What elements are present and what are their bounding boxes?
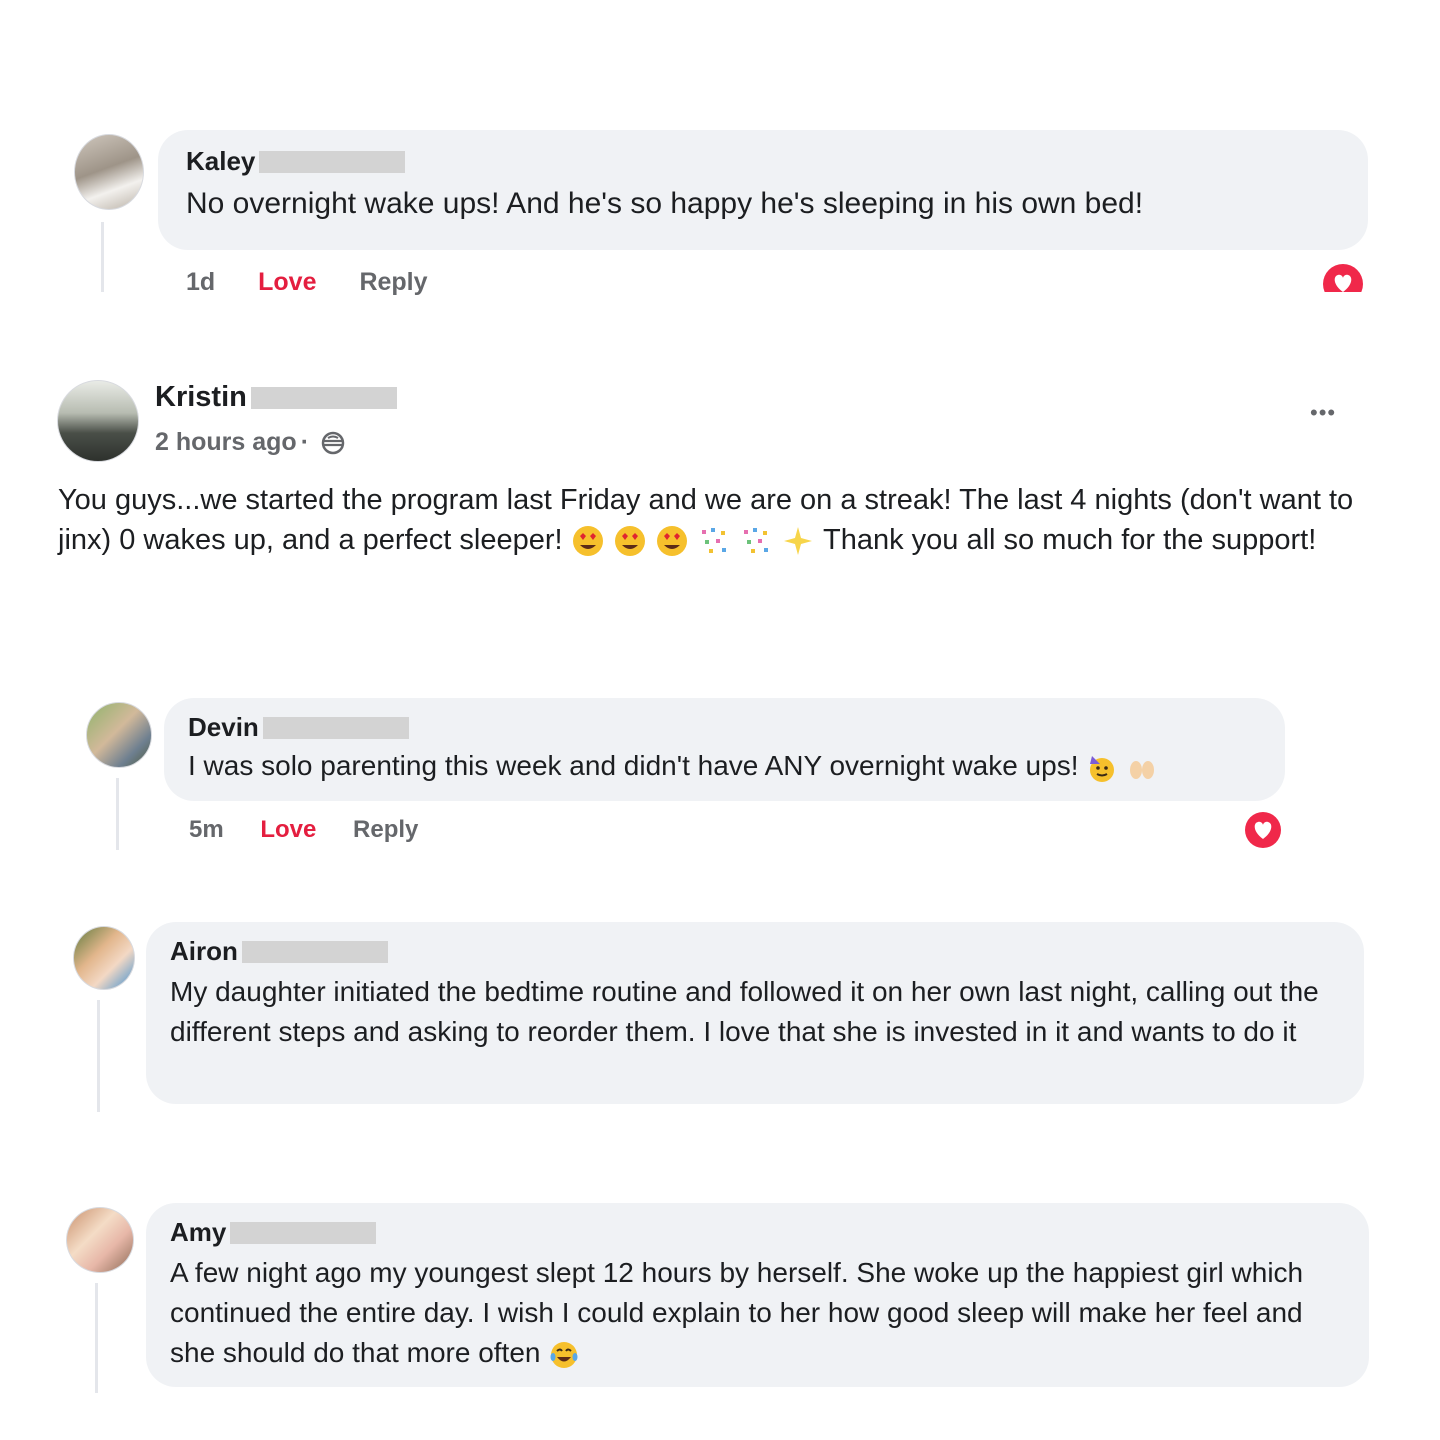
comment-bubble-kaley: Kaley No overnight wake ups! And he's so… [158,130,1368,250]
comment-actions: 1d Love Reply [186,268,428,297]
heart-reaction-icon[interactable] [1321,262,1365,292]
globe-icon [321,432,345,455]
comment-author[interactable]: Kaley [186,146,255,177]
tears-of-joy-emoji-icon [550,1341,578,1368]
confetti-emoji-icon [743,528,768,554]
avatar-devin[interactable] [86,702,152,768]
avatar-airon[interactable] [73,926,135,990]
thread-line [116,778,119,850]
comment-text: My daughter initiated the bedtime routin… [170,976,1319,1047]
love-button[interactable]: Love [260,816,316,843]
redacted-surname [259,150,406,173]
more-options-icon[interactable]: ••• [1310,400,1336,426]
comment-bubble-amy: Amy A few night ago my youngest slept 12… [146,1203,1369,1387]
comment-author[interactable]: Amy [170,1217,226,1248]
post-time[interactable]: 2 hours ago [155,428,297,456]
post-body: You guys...we started the program last F… [58,480,1378,560]
avatar-kristin[interactable] [57,380,139,462]
partying-face-emoji-icon [1090,755,1115,782]
comment-bubble-airon: Airon My daughter initiated the bedtime … [146,922,1364,1104]
thread-line [95,1283,98,1393]
redacted-surname [250,386,397,409]
redacted-surname [262,716,409,739]
comment-text: I was solo parenting this week and didn'… [188,750,1079,781]
avatar-kaley[interactable] [74,134,144,210]
comment-actions: 5m Love Reply [189,816,418,844]
heart-eyes-emoji-icon [572,526,603,557]
avatar-amy[interactable] [66,1207,134,1273]
confetti-emoji-icon [701,528,726,554]
thread-line [101,222,104,292]
comment-author[interactable]: Devin [188,712,259,743]
love-button[interactable]: Love [258,268,316,296]
comment-author[interactable]: Airon [170,936,238,967]
comment-body: I was solo parenting this week and didn'… [188,746,1261,786]
raising-hands-emoji-icon [1130,760,1155,779]
heart-reaction-icon[interactable] [1243,810,1283,850]
post-meta: 2 hours ago · [155,428,346,457]
reply-button[interactable]: Reply [353,816,418,843]
comment-bubble-devin: Devin I was solo parenting this week and… [164,698,1285,801]
redacted-surname [230,1221,377,1244]
thread-line [97,1000,100,1112]
post-text-part2: Thank you all so much for the support! [823,524,1317,556]
heart-eyes-emoji-icon [656,526,687,557]
reply-button[interactable]: Reply [359,268,427,296]
comment-text: No overnight wake ups! And he's so happy… [186,187,1144,220]
emoji-group [571,524,823,557]
post-author[interactable]: Kristin [155,381,247,414]
meta-separator: · [300,428,310,456]
post-author-row: Kristin [155,381,397,417]
heart-eyes-emoji-icon [614,526,645,557]
sparkles-emoji-icon [783,527,812,556]
redacted-surname [241,940,388,963]
comment-body: A few night ago my youngest slept 12 hou… [170,1253,1345,1373]
comment-time[interactable]: 1d [186,268,215,296]
comment-time[interactable]: 5m [189,816,224,843]
comment-text: A few night ago my youngest slept 12 hou… [170,1257,1304,1368]
